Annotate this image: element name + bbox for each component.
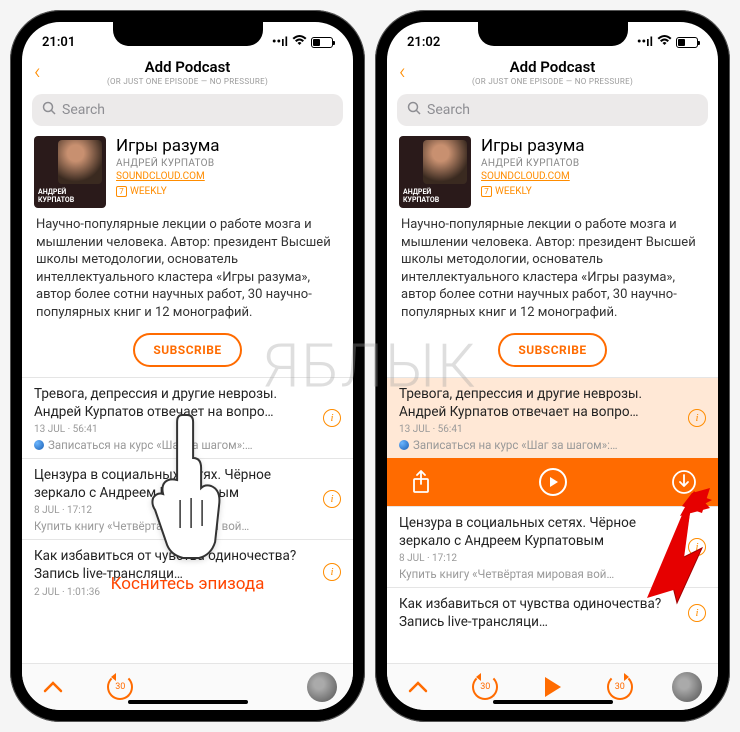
podcast-frequency: 7 WEEKLY xyxy=(481,186,706,197)
home-indicator[interactable] xyxy=(128,700,248,704)
download-icon[interactable] xyxy=(670,468,698,496)
subscribe-button[interactable]: SUBSCRIBE xyxy=(133,333,241,367)
podcast-author: АНДРЕЙ КУРПАТОВ xyxy=(481,158,706,169)
podcast-header: АНДРЕЙ КУРПАТОВ Игры разума АНДРЕЙ КУРПА… xyxy=(22,134,353,216)
status-time: 21:02 xyxy=(407,35,440,50)
back-chevron-icon[interactable]: ‹ xyxy=(399,60,406,85)
now-playing-avatar[interactable] xyxy=(672,672,702,702)
podcast-frequency: 7 WEEKLY xyxy=(116,186,341,197)
episode-subtitle: Записаться на курс «Шаг за шагом»:… xyxy=(34,438,341,452)
skip-back-30-icon[interactable]: 30 xyxy=(470,674,500,700)
episode-title: Тревога, депрессия и другие неврозы. Анд… xyxy=(34,386,341,421)
podcast-source-link[interactable]: SOUNDCLOUD.COM xyxy=(116,171,341,182)
podcast-description: Научно-популярные лекции о работе мозга … xyxy=(387,216,718,321)
podcast-cover[interactable]: АНДРЕЙ КУРПАТОВ xyxy=(34,136,106,208)
phone-left: 21:01 ••ıl ‹ Add Podcast (OR JUST ONE EP… xyxy=(10,10,365,722)
info-icon[interactable]: i xyxy=(323,563,341,581)
episode-meta: 2 JUL · 1:01:36 xyxy=(34,587,341,598)
search-placeholder: Search xyxy=(62,102,105,118)
back-chevron-icon[interactable]: ‹ xyxy=(34,60,41,85)
episode-title: Тревога, депрессия и другие неврозы. Анд… xyxy=(399,386,706,421)
podcast-description: Научно-популярные лекции о работе мозга … xyxy=(22,216,353,321)
play-icon[interactable] xyxy=(539,468,567,496)
episode-row[interactable]: Цензура в социальных сетях. Чёрное зерка… xyxy=(22,458,353,539)
podcast-source-link[interactable]: SOUNDCLOUD.COM xyxy=(481,171,706,182)
episode-action-bar xyxy=(387,458,718,506)
wifi-icon xyxy=(292,35,307,50)
episode-title: Цензура в социальных сетях. Чёрное зерка… xyxy=(399,515,706,550)
page-title: Add Podcast xyxy=(30,58,345,76)
status-time: 21:01 xyxy=(42,35,75,50)
page-subtitle: (OR JUST ONE EPISODE — NO PRESSURE) xyxy=(30,77,345,86)
episode-row[interactable]: Как избавиться от чувства одиночества? З… xyxy=(22,539,353,603)
info-icon[interactable]: i xyxy=(323,490,341,508)
battery-icon xyxy=(676,37,698,48)
notch xyxy=(478,22,628,46)
wifi-icon xyxy=(657,35,672,50)
nav-header: ‹ Add Podcast (OR JUST ONE EPISODE — NO … xyxy=(22,56,353,90)
episode-row[interactable]: Цензура в социальных сетях. Чёрное зерка… xyxy=(387,506,718,587)
frequency-badge-icon: 7 xyxy=(116,186,127,197)
search-input[interactable]: Search xyxy=(397,94,708,126)
signal-icon: ••ıl xyxy=(637,35,653,50)
info-icon[interactable]: i xyxy=(323,409,341,427)
share-icon[interactable] xyxy=(407,468,435,496)
episode-row[interactable]: Тревога, депрессия и другие неврозы. Анд… xyxy=(387,377,718,458)
info-icon[interactable]: i xyxy=(688,409,706,427)
search-icon xyxy=(42,101,56,119)
chevron-up-icon[interactable] xyxy=(403,681,433,693)
episode-title: Как избавиться от чувства одиночества? З… xyxy=(34,548,341,583)
notch xyxy=(113,22,263,46)
nav-header: ‹ Add Podcast (OR JUST ONE EPISODE — NO … xyxy=(387,56,718,90)
search-icon xyxy=(407,101,421,119)
episode-meta: 8 JUL · 17:12 xyxy=(399,553,706,564)
info-icon[interactable]: i xyxy=(688,538,706,556)
episode-title: Как избавиться от чувства одиночества? З… xyxy=(399,596,706,631)
signal-icon: ••ıl xyxy=(272,35,288,50)
play-button[interactable] xyxy=(538,677,568,697)
search-input[interactable]: Search xyxy=(32,94,343,126)
skip-back-30-icon[interactable]: 30 xyxy=(105,674,135,700)
phone-right: 21:02 ••ıl ‹ Add Podcast (OR JUST ONE EP… xyxy=(375,10,730,722)
search-placeholder: Search xyxy=(427,102,470,118)
frequency-badge-icon: 7 xyxy=(481,186,492,197)
episode-row[interactable]: Тревога, депрессия и другие неврозы. Анд… xyxy=(22,377,353,458)
subscribe-button[interactable]: SUBSCRIBE xyxy=(498,333,606,367)
chevron-up-icon[interactable] xyxy=(38,681,68,693)
podcast-author: АНДРЕЙ КУРПАТОВ xyxy=(116,158,341,169)
podcast-cover[interactable]: АНДРЕЙ КУРПАТОВ xyxy=(399,136,471,208)
episode-subtitle: Купить книгу «Четвёртая мировая вой… xyxy=(34,519,341,533)
episode-subtitle: Купить книгу «Четвёртая мировая вой… xyxy=(399,567,706,581)
episode-title: Цензура в социальных сетях. Чёрное зерка… xyxy=(34,467,341,502)
podcast-header: АНДРЕЙ КУРПАТОВ Игры разума АНДРЕЙ КУРПА… xyxy=(387,134,718,216)
episode-meta: 13 JUL · 56:41 xyxy=(34,424,341,435)
episode-meta: 8 JUL · 17:12 xyxy=(34,505,341,516)
episode-subtitle: Записаться на курс «Шаг за шагом»:… xyxy=(399,438,706,452)
podcast-title: Игры разума xyxy=(116,136,341,156)
info-icon[interactable]: i xyxy=(688,604,706,622)
home-indicator[interactable] xyxy=(493,700,613,704)
episode-meta: 13 JUL · 56:41 xyxy=(399,424,706,435)
page-subtitle: (OR JUST ONE EPISODE — NO PRESSURE) xyxy=(395,77,710,86)
page-title: Add Podcast xyxy=(395,58,710,76)
now-playing-avatar[interactable] xyxy=(307,672,337,702)
battery-icon xyxy=(311,37,333,48)
episode-row[interactable]: Как избавиться от чувства одиночества? З… xyxy=(387,587,718,637)
podcast-title: Игры разума xyxy=(481,136,706,156)
skip-forward-30-icon[interactable]: 30 xyxy=(605,674,635,700)
